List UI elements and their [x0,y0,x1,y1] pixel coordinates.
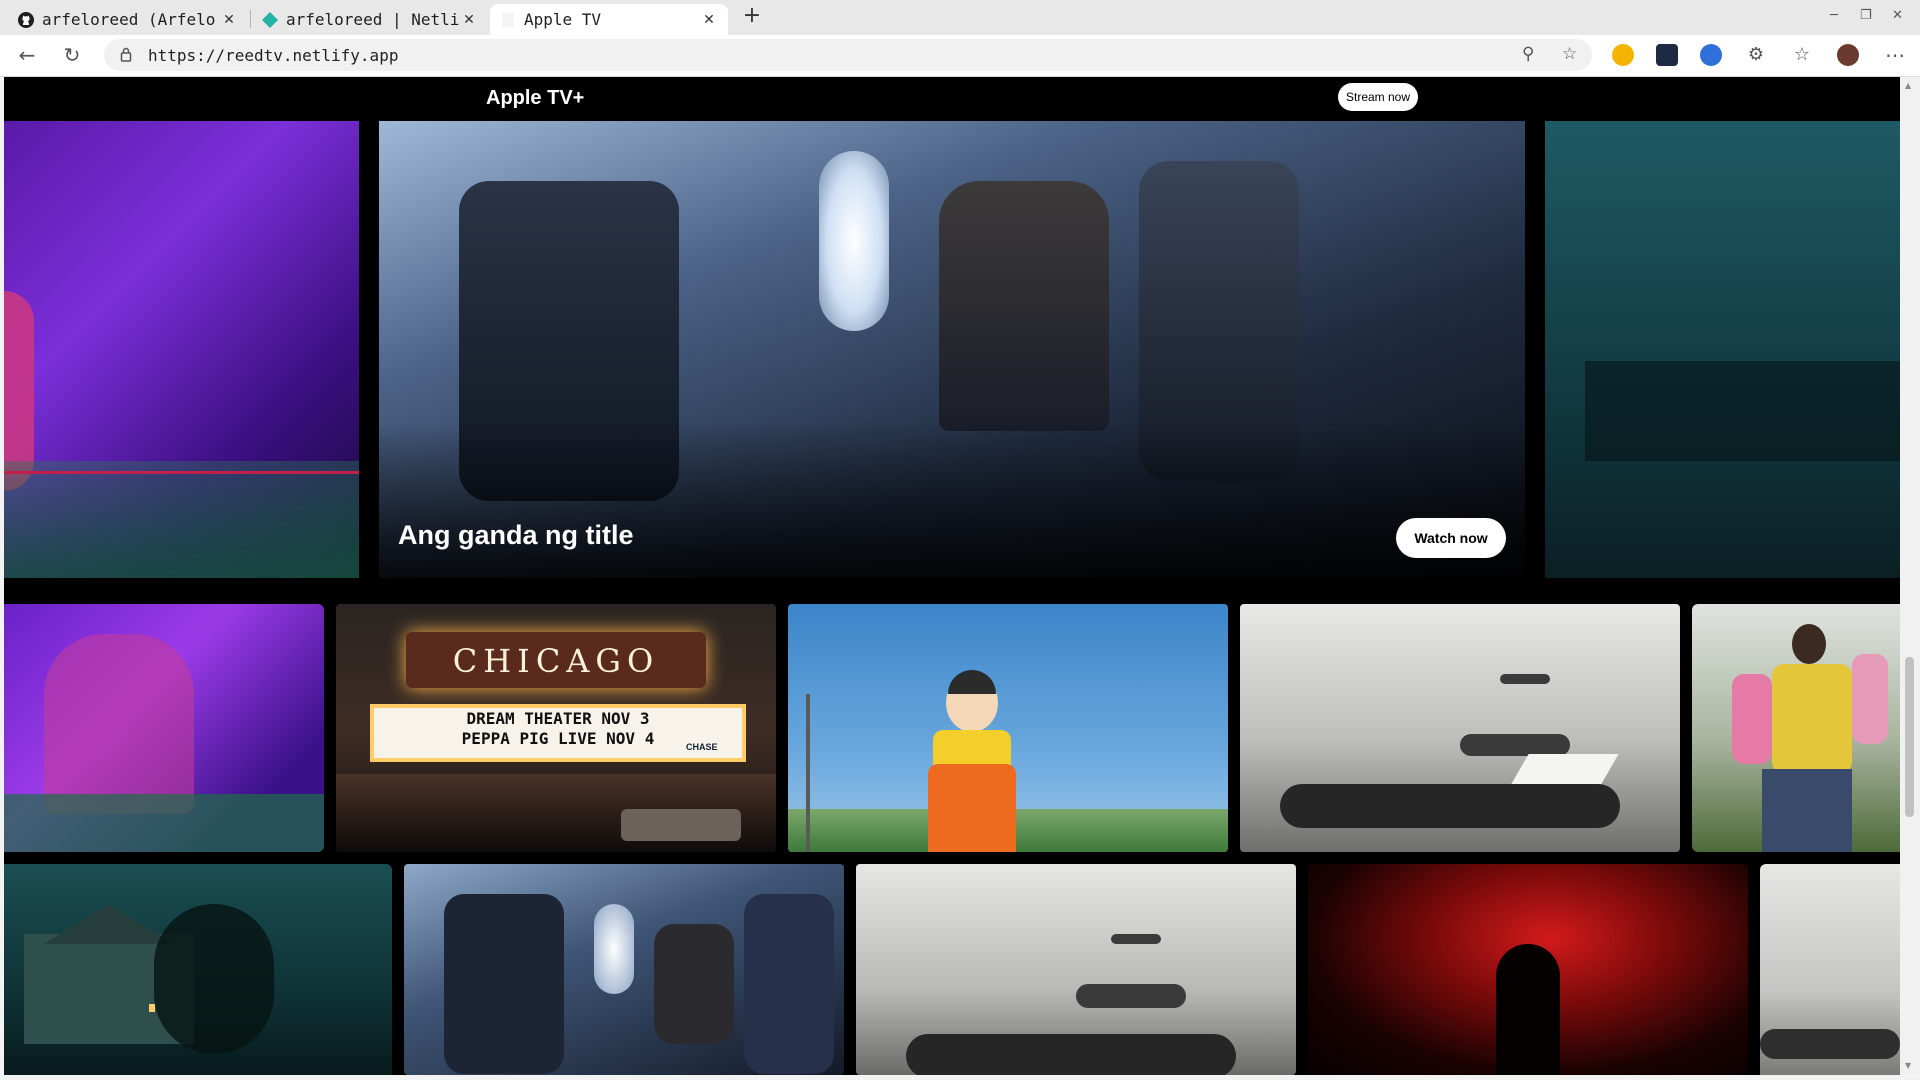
hooded-figure [1496,944,1560,1075]
tree-shape [154,904,274,1054]
tab-divider [250,10,251,28]
fence-rail [4,471,359,474]
passenger-figure [939,181,1109,431]
hero-featured-tile[interactable] [379,121,1525,578]
scrollbar-thumb[interactable] [1905,657,1914,817]
marquee-sign: CHICAGO [452,642,660,680]
address-bar: ← ↻ https://reedtv.netlify.app ⚲ ☆ ⚙ ☆ ⋯ [0,35,1920,77]
thumbnail-warplanes-3[interactable] [1760,864,1900,1075]
restore-icon[interactable]: ❐ [1860,8,1872,23]
new-tab-button[interactable]: + [740,5,764,29]
close-icon[interactable]: ✕ [220,12,238,28]
thumbnail-haunted-house[interactable] [4,864,392,1075]
site-logo[interactable]: Apple TV+ [486,87,584,110]
thumbnail-family[interactable] [1692,604,1900,852]
window-close-icon[interactable]: ✕ [1892,8,1903,23]
thumbnail-red-smoke[interactable] [1308,864,1748,1075]
airplane-window [594,904,634,994]
person-jeans [1762,769,1852,852]
tab-strip: arfeloreed (Arfelo R ✕ arfeloreed | Netl… [0,0,1920,35]
url-text[interactable]: https://reedtv.netlify.app [148,46,398,65]
extension-profile-icon[interactable] [1700,44,1722,66]
site-header: Apple TV+ Stream now [4,77,1900,121]
minimize-icon[interactable]: ─ [1830,8,1838,23]
truck-shape [621,809,741,841]
roof-shape [44,904,174,944]
extension-color-icon[interactable] [1612,44,1634,66]
tab-title: arfeloreed (Arfelo R [42,10,220,29]
thumbnail-dinosaur[interactable] [4,604,324,852]
hero-side-tile-left[interactable] [4,121,359,578]
tab-netlify[interactable]: arfeloreed | Netlify ✕ [252,4,488,35]
tab-github[interactable]: arfeloreed (Arfelo R ✕ [8,4,248,35]
extensions-puzzle-icon[interactable]: ⚙ [1744,43,1768,67]
zoom-icon[interactable]: ⚲ [1522,44,1534,64]
close-icon[interactable]: ✕ [700,12,718,28]
plane-wing [1511,754,1619,784]
person-head [1792,624,1826,664]
marquee-line-1: DREAM THEATER NOV 3 [466,709,650,728]
lock-icon[interactable] [120,46,132,62]
sponsor-label: CHASE [686,742,718,752]
thumbnail-airplane[interactable] [404,864,844,1075]
reload-icon[interactable]: ↻ [60,43,84,67]
passenger-figure [654,924,734,1044]
extension-react-icon[interactable] [1656,44,1678,66]
favorites-icon[interactable]: ☆ [1790,43,1814,67]
seat-left [444,894,564,1074]
scroll-down-icon[interactable]: ▼ [1905,1061,1911,1070]
plane-large [1280,784,1620,828]
plane-small [1111,934,1161,944]
more-menu-icon[interactable]: ⋯ [1883,43,1907,67]
thumbnail-warplanes-2[interactable] [856,864,1296,1075]
tab-title: Apple TV [524,10,602,29]
child-left [1732,674,1772,764]
foliage-shape [4,461,359,578]
hero-title: Ang ganda ng title [398,520,634,550]
child-right [1852,654,1888,744]
hero-gradient-overlay [379,421,1525,578]
plane-large [1760,1029,1900,1059]
close-icon[interactable]: ✕ [460,12,478,28]
seat-right [744,894,834,1074]
page-viewport: Apple TV+ Stream now Ang ganda ng title … [4,77,1900,1075]
thumbnail-doll[interactable] [788,604,1228,852]
avatar[interactable] [1837,44,1859,66]
watch-now-button[interactable]: Watch now [1396,518,1506,558]
plane-large [906,1034,1236,1075]
thumbnail-chicago-theater[interactable]: CHICAGO DREAM THEATER NOV 3 PEPPA PIG LI… [336,604,776,852]
airplane-window [819,151,889,331]
hero-side-tile-right[interactable] [1545,121,1900,578]
omnibox[interactable]: https://reedtv.netlify.app ⚲ ☆ [104,39,1592,71]
lamp-post [806,694,810,852]
back-icon[interactable]: ← [15,43,39,67]
dinosaur-shape [44,634,194,814]
tab-apple-tv[interactable]: Apple TV ✕ [490,4,728,35]
scroll-up-icon[interactable]: ▲ [1905,81,1911,90]
favorite-star-icon[interactable]: ☆ [1562,44,1577,64]
plane-small [1500,674,1550,684]
fence-silhouette [1585,361,1900,461]
tab-title: arfeloreed | Netlify [286,10,460,29]
plane-medium [1460,734,1570,756]
netlify-icon [262,11,278,28]
github-icon [18,11,34,28]
stream-now-button[interactable]: Stream now [1338,83,1419,111]
vertical-scrollbar[interactable]: ▲ ▼ [1900,77,1920,1075]
blank-page-icon [502,12,514,27]
plane-medium [1076,984,1186,1008]
thumbnail-warplanes[interactable] [1240,604,1680,852]
doll-dress [928,764,1016,852]
person-shirt [1772,664,1852,774]
doll-hair [948,670,996,694]
plants-shape [4,794,324,852]
window-light [149,1004,155,1012]
